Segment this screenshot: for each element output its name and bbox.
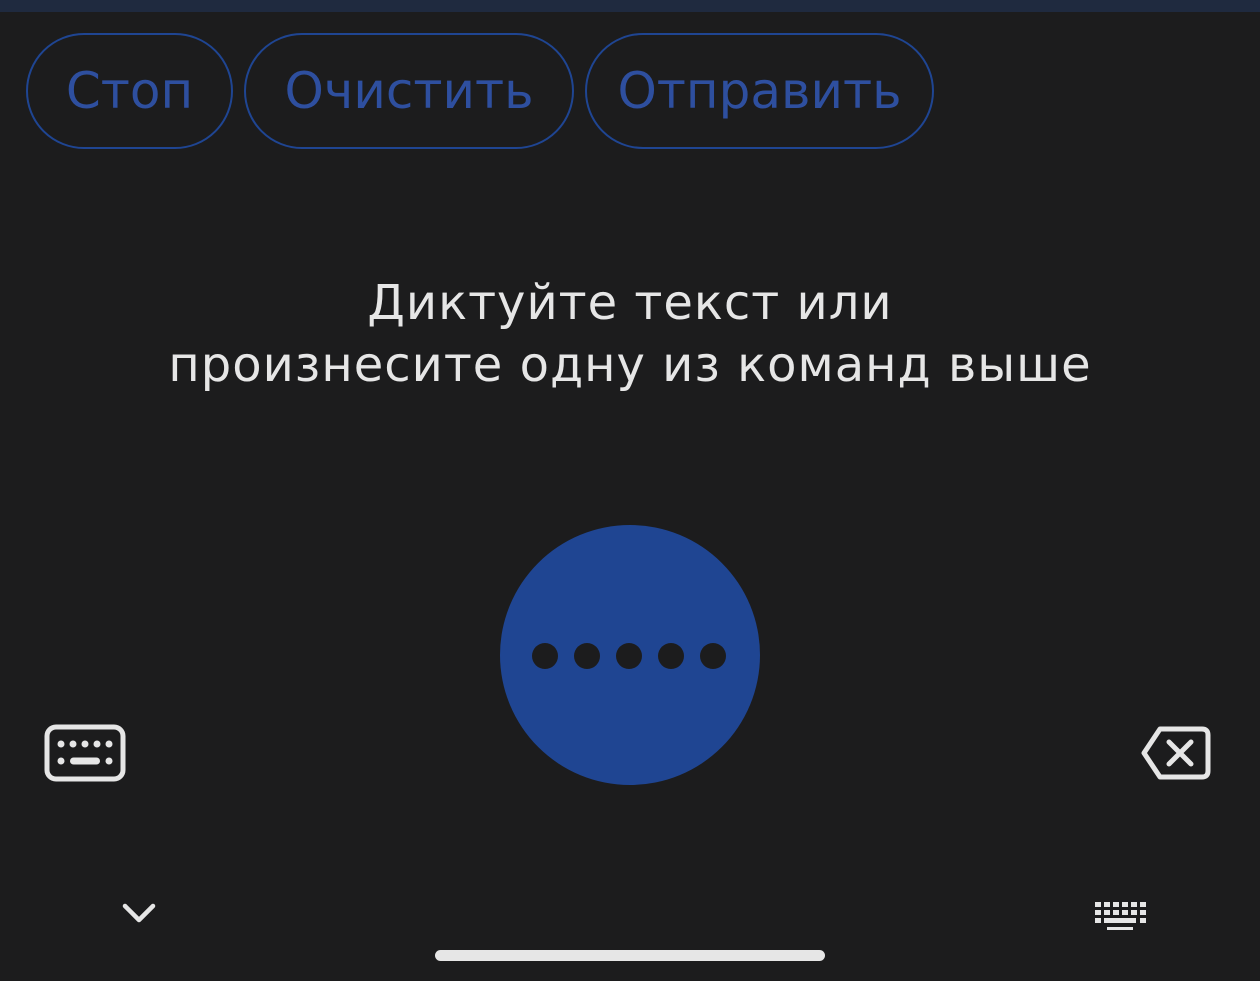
backspace-icon[interactable] [1140, 725, 1212, 781]
send-button[interactable]: Отправить [585, 33, 934, 149]
hint-line-2: произнесите одну из команд выше [168, 337, 1092, 393]
listening-dot [574, 643, 600, 669]
voice-input-panel: Стоп Очистить Отправить Диктуйте текст и… [0, 0, 1260, 981]
home-indicator[interactable] [435, 950, 825, 961]
clear-button[interactable]: Очистить [244, 33, 574, 149]
hint-line-1: Диктуйте текст или [367, 275, 893, 331]
microphone-button[interactable] [500, 525, 760, 785]
command-bar: Стоп Очистить Отправить [26, 33, 934, 149]
keyboard-icon[interactable] [44, 724, 126, 782]
stop-button[interactable]: Стоп [26, 33, 233, 149]
keyboard-switch-icon[interactable] [1093, 898, 1147, 932]
listening-dot [658, 643, 684, 669]
listening-dot [700, 643, 726, 669]
dictation-hint: Диктуйте текст или произнесите одну из к… [0, 272, 1260, 396]
chevron-down-icon[interactable] [118, 896, 160, 932]
listening-dot [532, 643, 558, 669]
listening-dot [616, 643, 642, 669]
top-strip [0, 0, 1260, 12]
